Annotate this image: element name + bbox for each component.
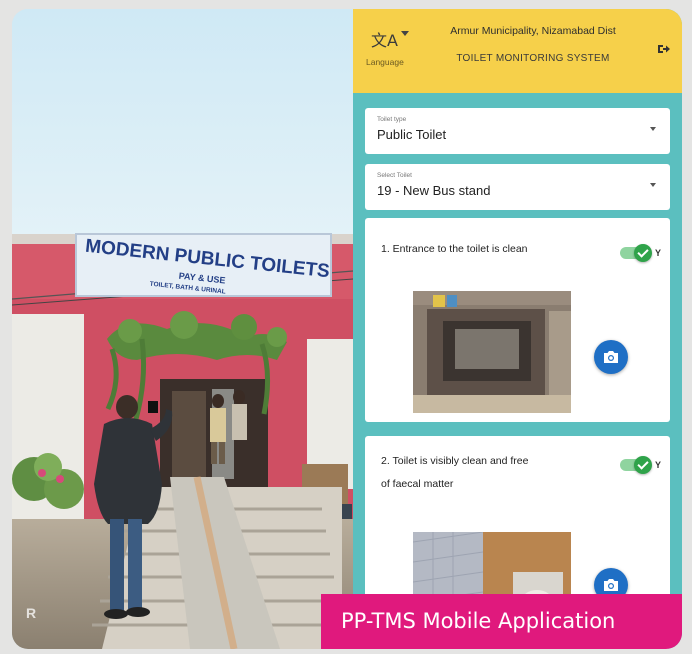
select-toilet-dropdown[interactable]: Select Toilet 19 - New Bus stand	[365, 164, 670, 210]
camera-icon	[604, 351, 618, 363]
question-2-answer: Y	[655, 460, 662, 470]
question-2-text-line-1: 2. Toilet is visibly clean and free	[381, 455, 529, 467]
question-2-text-line-2: of faecal matter	[381, 478, 454, 490]
question-1-photo[interactable]	[413, 291, 571, 413]
check-icon	[634, 456, 652, 474]
toilet-type-select[interactable]: Toilet type Public Toilet	[365, 108, 670, 154]
toilet-type-value: Public Toilet	[377, 127, 447, 142]
chevron-down-icon	[401, 31, 409, 36]
chevron-down-icon	[650, 127, 656, 131]
language-label: Language	[366, 57, 404, 67]
logout-icon[interactable]	[657, 42, 671, 56]
question-2-toggle[interactable]	[620, 456, 652, 474]
question-1-text: 1. Entrance to the toilet is clean	[381, 243, 528, 255]
translate-icon: 文A	[371, 31, 398, 50]
select-toilet-caption: Select Toilet	[377, 172, 412, 179]
app-subtitle: TOILET MONITORING SYSTEM	[456, 53, 610, 64]
app-header: 文A Language Armur Municipality, Nizamaba…	[353, 9, 682, 93]
checklist-item-1: 1. Entrance to the toilet is clean Y	[365, 218, 670, 422]
question-1-answer: Y	[655, 248, 662, 258]
figure-frame: MODERN PUBLIC TOILETS PAY & USE TOILET, …	[12, 9, 682, 649]
chevron-down-icon	[650, 183, 656, 187]
question-1-toggle[interactable]	[620, 244, 652, 262]
mobile-app-screen: 文A Language Armur Municipality, Nizamaba…	[353, 9, 682, 649]
language-selector[interactable]: 文A Language	[361, 17, 413, 75]
toilet-building-illustration: MODERN PUBLIC TOILETS PAY & USE TOILET, …	[12, 9, 353, 649]
municipality-title: Armur Municipality, Nizamabad Dist	[450, 25, 616, 37]
check-icon	[634, 244, 652, 262]
toilet-type-caption: Toilet type	[377, 116, 407, 123]
question-1-camera-button[interactable]	[594, 340, 628, 374]
photo-watermark: R	[26, 605, 37, 621]
app-name-banner: PP-TMS Mobile Application	[321, 594, 682, 649]
select-toilet-value: 19 - New Bus stand	[377, 183, 491, 198]
toilet-photo: MODERN PUBLIC TOILETS PAY & USE TOILET, …	[12, 9, 353, 649]
